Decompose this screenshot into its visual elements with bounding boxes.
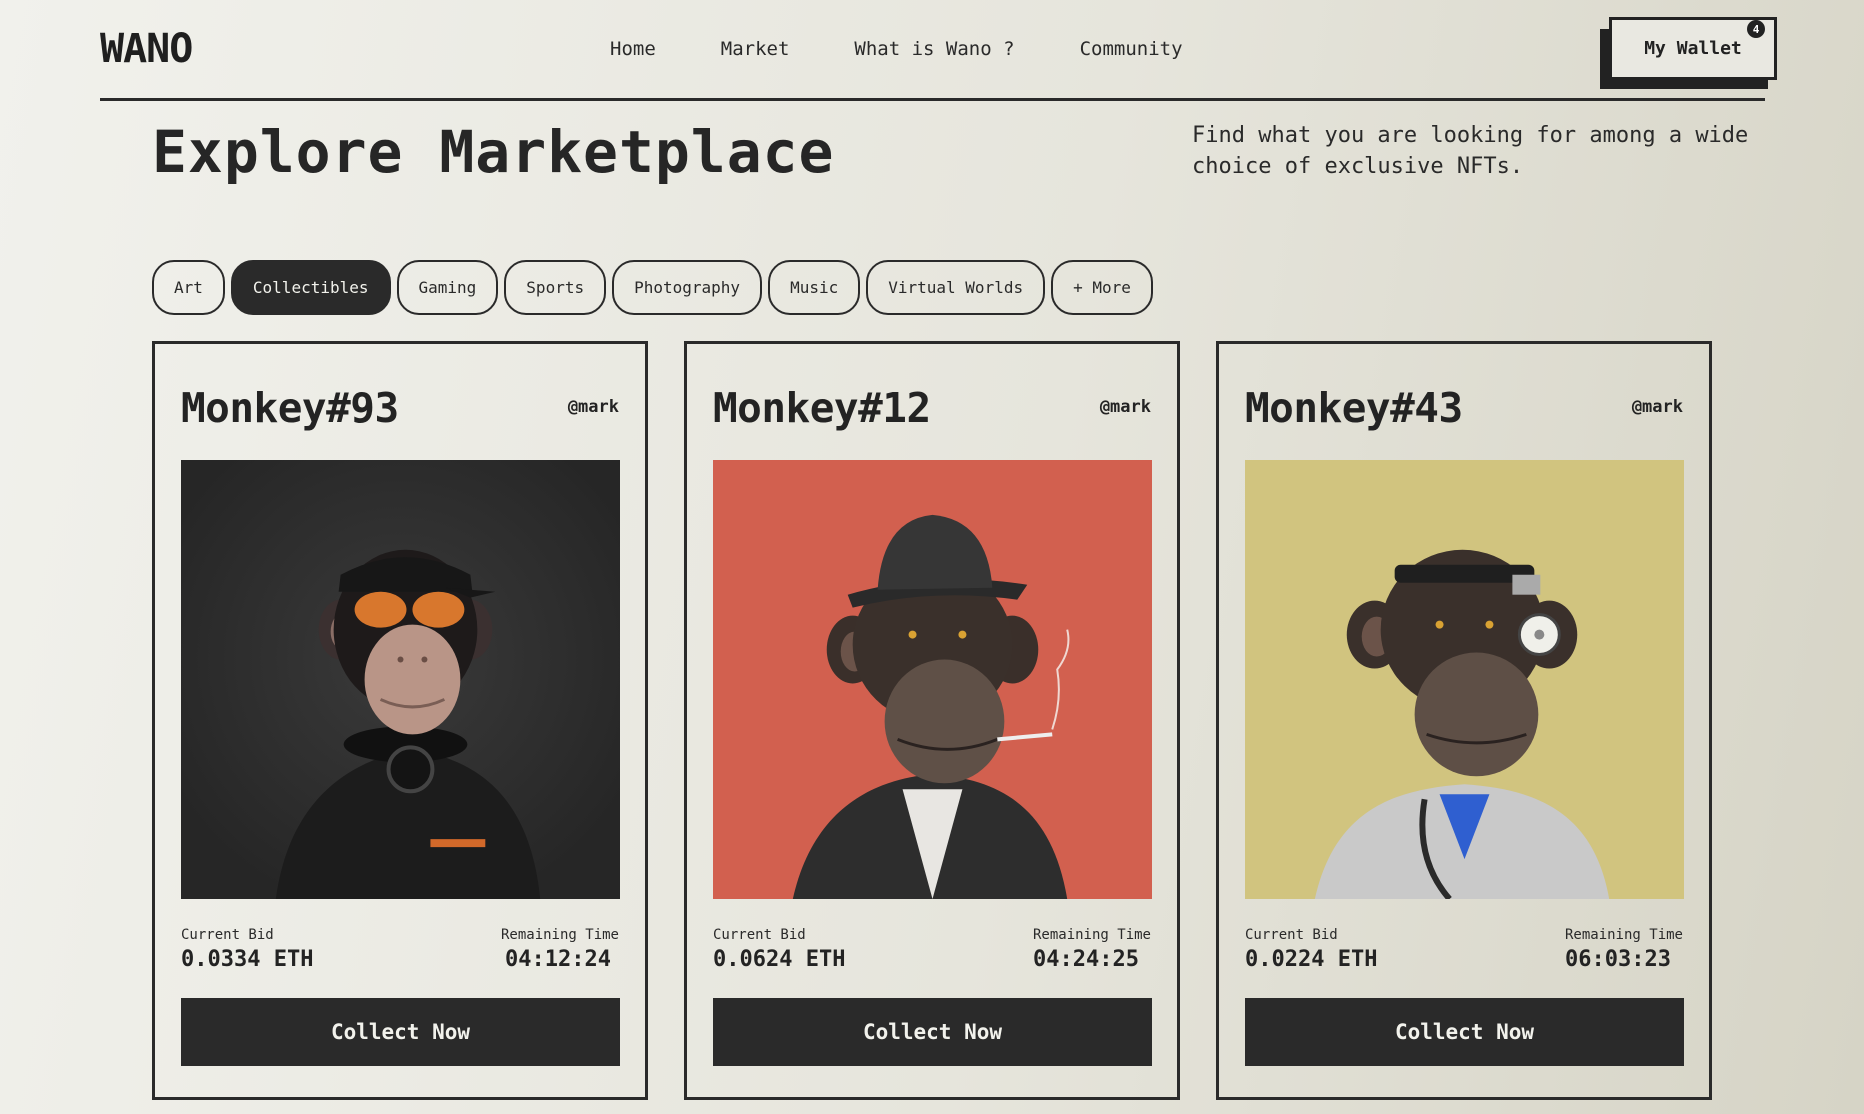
remaining-time-label: Remaining Time: [500, 927, 619, 943]
remaining-time-value: 04:12:24: [505, 947, 611, 972]
main-nav: Home Market What is Wano ? Community: [610, 38, 1248, 60]
nft-card: Monkey#43 @mark Current Bid 0.0224 ETH R…: [1216, 341, 1712, 1100]
wano-logo[interactable]: WANO: [100, 26, 193, 72]
category-chip-music[interactable]: Music: [768, 260, 861, 315]
header-divider: [100, 98, 1765, 101]
remaining-time-label: Remaining Time: [1564, 927, 1683, 943]
ape-with-fedora-image[interactable]: [713, 460, 1152, 899]
page-title: Explore Marketplace: [152, 118, 835, 186]
nav-market-link[interactable]: Market: [721, 38, 790, 60]
current-bid-label: Current Bid: [181, 927, 274, 943]
wallet-notification-badge: 4: [1747, 20, 1765, 38]
category-chip-more[interactable]: + More: [1051, 260, 1153, 315]
nft-card: Monkey#12 @mark Current Bid 0.0624 ETH R…: [684, 341, 1180, 1100]
collect-now-button[interactable]: Collect Now: [181, 998, 620, 1066]
ape-with-sunglasses-image[interactable]: [181, 460, 620, 899]
category-chip-collectibles[interactable]: Collectibles: [230, 260, 391, 315]
current-bid-value: 0.0334 ETH: [181, 947, 314, 972]
nav-home-link[interactable]: Home: [610, 38, 656, 60]
category-chip-gaming[interactable]: Gaming: [396, 260, 499, 315]
category-chip-virtual-worlds[interactable]: Virtual Worlds: [866, 260, 1046, 315]
ape-doctor-image[interactable]: [1245, 460, 1684, 899]
nft-owner[interactable]: @mark: [568, 397, 619, 417]
category-chip-photography[interactable]: Photography: [612, 260, 763, 315]
my-wallet-label: My Wallet: [1644, 38, 1742, 59]
current-bid-value: 0.0224 ETH: [1245, 947, 1378, 972]
nft-card: Monkey#93 @mark Current Bid 0.0334 ETH R…: [152, 341, 648, 1100]
page-description: Find what you are looking for among a wi…: [1192, 123, 1749, 179]
nft-owner[interactable]: @mark: [1100, 397, 1151, 417]
nft-title[interactable]: Monkey#93: [181, 384, 399, 432]
category-chip-art[interactable]: Art: [152, 260, 225, 315]
remaining-time-label: Remaining Time: [1032, 927, 1151, 943]
remaining-time-value: 04:24:25: [1033, 947, 1139, 972]
nft-artwork: [181, 460, 620, 899]
nav-what-is-wano-link[interactable]: What is Wano ?: [854, 38, 1014, 60]
nft-owner[interactable]: @mark: [1632, 397, 1683, 417]
current-bid-value: 0.0624 ETH: [713, 947, 846, 972]
category-chip-sports[interactable]: Sports: [504, 260, 607, 315]
nav-community-link[interactable]: Community: [1080, 38, 1183, 60]
current-bid-label: Current Bid: [713, 927, 806, 943]
current-bid-label: Current Bid: [1245, 927, 1338, 943]
nft-title[interactable]: Monkey#43: [1245, 384, 1463, 432]
nft-title[interactable]: Monkey#12: [713, 384, 931, 432]
nft-artwork: [1245, 460, 1684, 899]
remaining-time-value: 06:03:23: [1565, 947, 1671, 972]
wallet-button-wrapper: My Wallet 4: [1600, 17, 1777, 89]
category-filter-bar: Art Collectibles Gaming Sports Photograp…: [152, 260, 1153, 315]
nft-artwork: [713, 460, 1152, 899]
collect-now-button[interactable]: Collect Now: [1245, 998, 1684, 1066]
collect-now-button[interactable]: Collect Now: [713, 998, 1152, 1066]
